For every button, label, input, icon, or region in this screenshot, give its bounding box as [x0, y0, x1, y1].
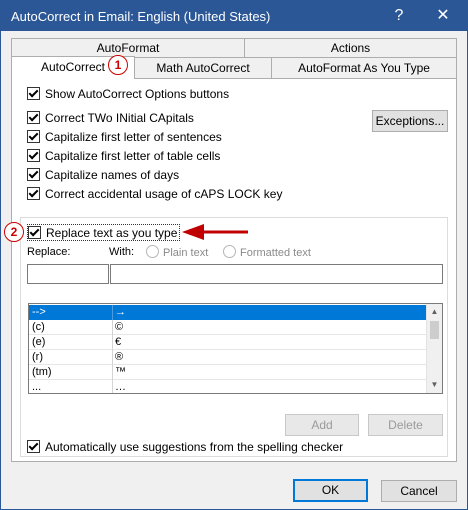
scroll-down-icon[interactable]: ▼	[427, 378, 442, 392]
checkbox-label: Show AutoCorrect Options buttons	[45, 87, 230, 101]
list-item[interactable]: --> →	[29, 305, 427, 320]
entry-from: ...	[32, 381, 42, 393]
exceptions-button[interactable]: Exceptions...	[372, 110, 448, 132]
list-item[interactable]: (r) ®	[29, 350, 427, 365]
radio-label: Formatted text	[240, 247, 311, 259]
column-divider	[112, 305, 113, 320]
entry-to: →	[115, 306, 126, 318]
column-divider	[112, 380, 113, 393]
entry-to: €	[115, 336, 122, 348]
checkbox-label: Replace text as you type	[46, 226, 178, 240]
replace-input[interactable]	[27, 264, 109, 284]
help-button[interactable]: ?	[377, 1, 421, 31]
show-autocorrect-buttons-checkbox[interactable]: Show AutoCorrect Options buttons	[27, 86, 229, 102]
entry-to: ®	[115, 351, 124, 363]
radio-icon	[223, 245, 236, 258]
with-label: With:	[109, 246, 135, 258]
annotation-arrow-icon	[182, 224, 248, 240]
capitalize-sentences-checkbox[interactable]: Capitalize first letter of sentences	[27, 129, 222, 145]
replace-label: Replace:	[27, 246, 71, 258]
column-divider	[112, 365, 113, 380]
checkbox-checked-icon	[27, 149, 40, 162]
title-bar: AutoCorrect in Email: English (United St…	[1, 1, 467, 31]
checkbox-checked-icon	[28, 226, 41, 239]
entry-from: (c)	[32, 321, 45, 333]
annotation-badge-2: 2	[4, 222, 24, 242]
checkbox-label: Correct accidental usage of cAPS LOCK ke…	[45, 187, 283, 201]
close-button[interactable]: ✕	[421, 1, 465, 31]
checkbox-checked-icon	[27, 187, 40, 200]
entry-from: (r)	[32, 351, 43, 363]
tab-strip: AutoFormat Actions AutoCorrect Math Auto…	[11, 38, 457, 79]
tab-math-autocorrect[interactable]: Math AutoCorrect	[134, 57, 272, 78]
plain-text-radio[interactable]: Plain text	[146, 245, 208, 261]
correct-caps-lock-checkbox[interactable]: Correct accidental usage of cAPS LOCK ke…	[27, 186, 282, 202]
formatted-text-radio[interactable]: Formatted text	[223, 245, 311, 261]
list-scrollbar[interactable]: ▲ ▼	[426, 304, 442, 393]
add-button[interactable]: Add	[285, 414, 359, 436]
ok-button[interactable]: OK	[293, 479, 368, 502]
replacement-list[interactable]: --> → (c) © (e) € (r) ® (tm) ™ ... … ▲ ▼	[28, 303, 443, 394]
entry-from: (e)	[32, 336, 46, 348]
tab-actions[interactable]: Actions	[244, 38, 457, 57]
with-input[interactable]	[110, 264, 443, 284]
list-item[interactable]: ... …	[29, 380, 427, 393]
autocorrect-dialog: AutoCorrect in Email: English (United St…	[0, 0, 468, 510]
replace-text-as-you-type-checkbox[interactable]: Replace text as you type	[27, 224, 181, 241]
window-title: AutoCorrect in Email: English (United St…	[11, 9, 271, 24]
entry-to: ©	[115, 321, 124, 333]
delete-button[interactable]: Delete	[368, 414, 443, 436]
capitalize-table-cells-checkbox[interactable]: Capitalize first letter of table cells	[27, 148, 220, 164]
scroll-up-icon[interactable]: ▲	[427, 305, 442, 319]
capitalize-days-checkbox[interactable]: Capitalize names of days	[27, 167, 179, 183]
checkbox-label: Automatically use suggestions from the s…	[45, 440, 344, 454]
radio-icon	[146, 245, 159, 258]
checkbox-checked-icon	[27, 130, 40, 143]
auto-suggestions-checkbox[interactable]: Automatically use suggestions from the s…	[27, 439, 343, 455]
annotation-badge-1: 1	[108, 55, 128, 75]
autocorrect-panel: Show AutoCorrect Options buttons Correct…	[4, 78, 457, 462]
checkbox-checked-icon	[27, 87, 40, 100]
entry-to: ™	[115, 366, 126, 378]
radio-label: Plain text	[163, 247, 209, 259]
entry-to: …	[115, 381, 126, 393]
list-item[interactable]: (e) €	[29, 335, 427, 350]
cancel-button[interactable]: Cancel	[381, 480, 457, 502]
checkbox-checked-icon	[27, 111, 40, 124]
tab-autoformat[interactable]: AutoFormat	[11, 38, 245, 57]
column-divider	[112, 350, 113, 365]
scroll-thumb[interactable]	[430, 321, 439, 339]
checkbox-label: Correct TWo INitial CApitals	[45, 111, 194, 125]
checkbox-label: Capitalize names of days	[45, 168, 180, 182]
column-divider	[112, 335, 113, 350]
list-item[interactable]: (c) ©	[29, 320, 427, 335]
entry-from: (tm)	[32, 366, 52, 378]
list-item[interactable]: (tm) ™	[29, 365, 427, 380]
tab-autoformat-as-you-type[interactable]: AutoFormat As You Type	[271, 57, 457, 78]
checkbox-checked-icon	[27, 168, 40, 181]
entry-from: -->	[32, 306, 46, 318]
column-divider	[112, 320, 113, 335]
checkbox-label: Capitalize first letter of sentences	[45, 130, 222, 144]
checkbox-checked-icon	[27, 440, 40, 453]
correct-two-initial-caps-checkbox[interactable]: Correct TWo INitial CApitals	[27, 110, 194, 126]
checkbox-label: Capitalize first letter of table cells	[45, 149, 221, 163]
tab-autocorrect-label: AutoCorrect	[40, 60, 106, 74]
